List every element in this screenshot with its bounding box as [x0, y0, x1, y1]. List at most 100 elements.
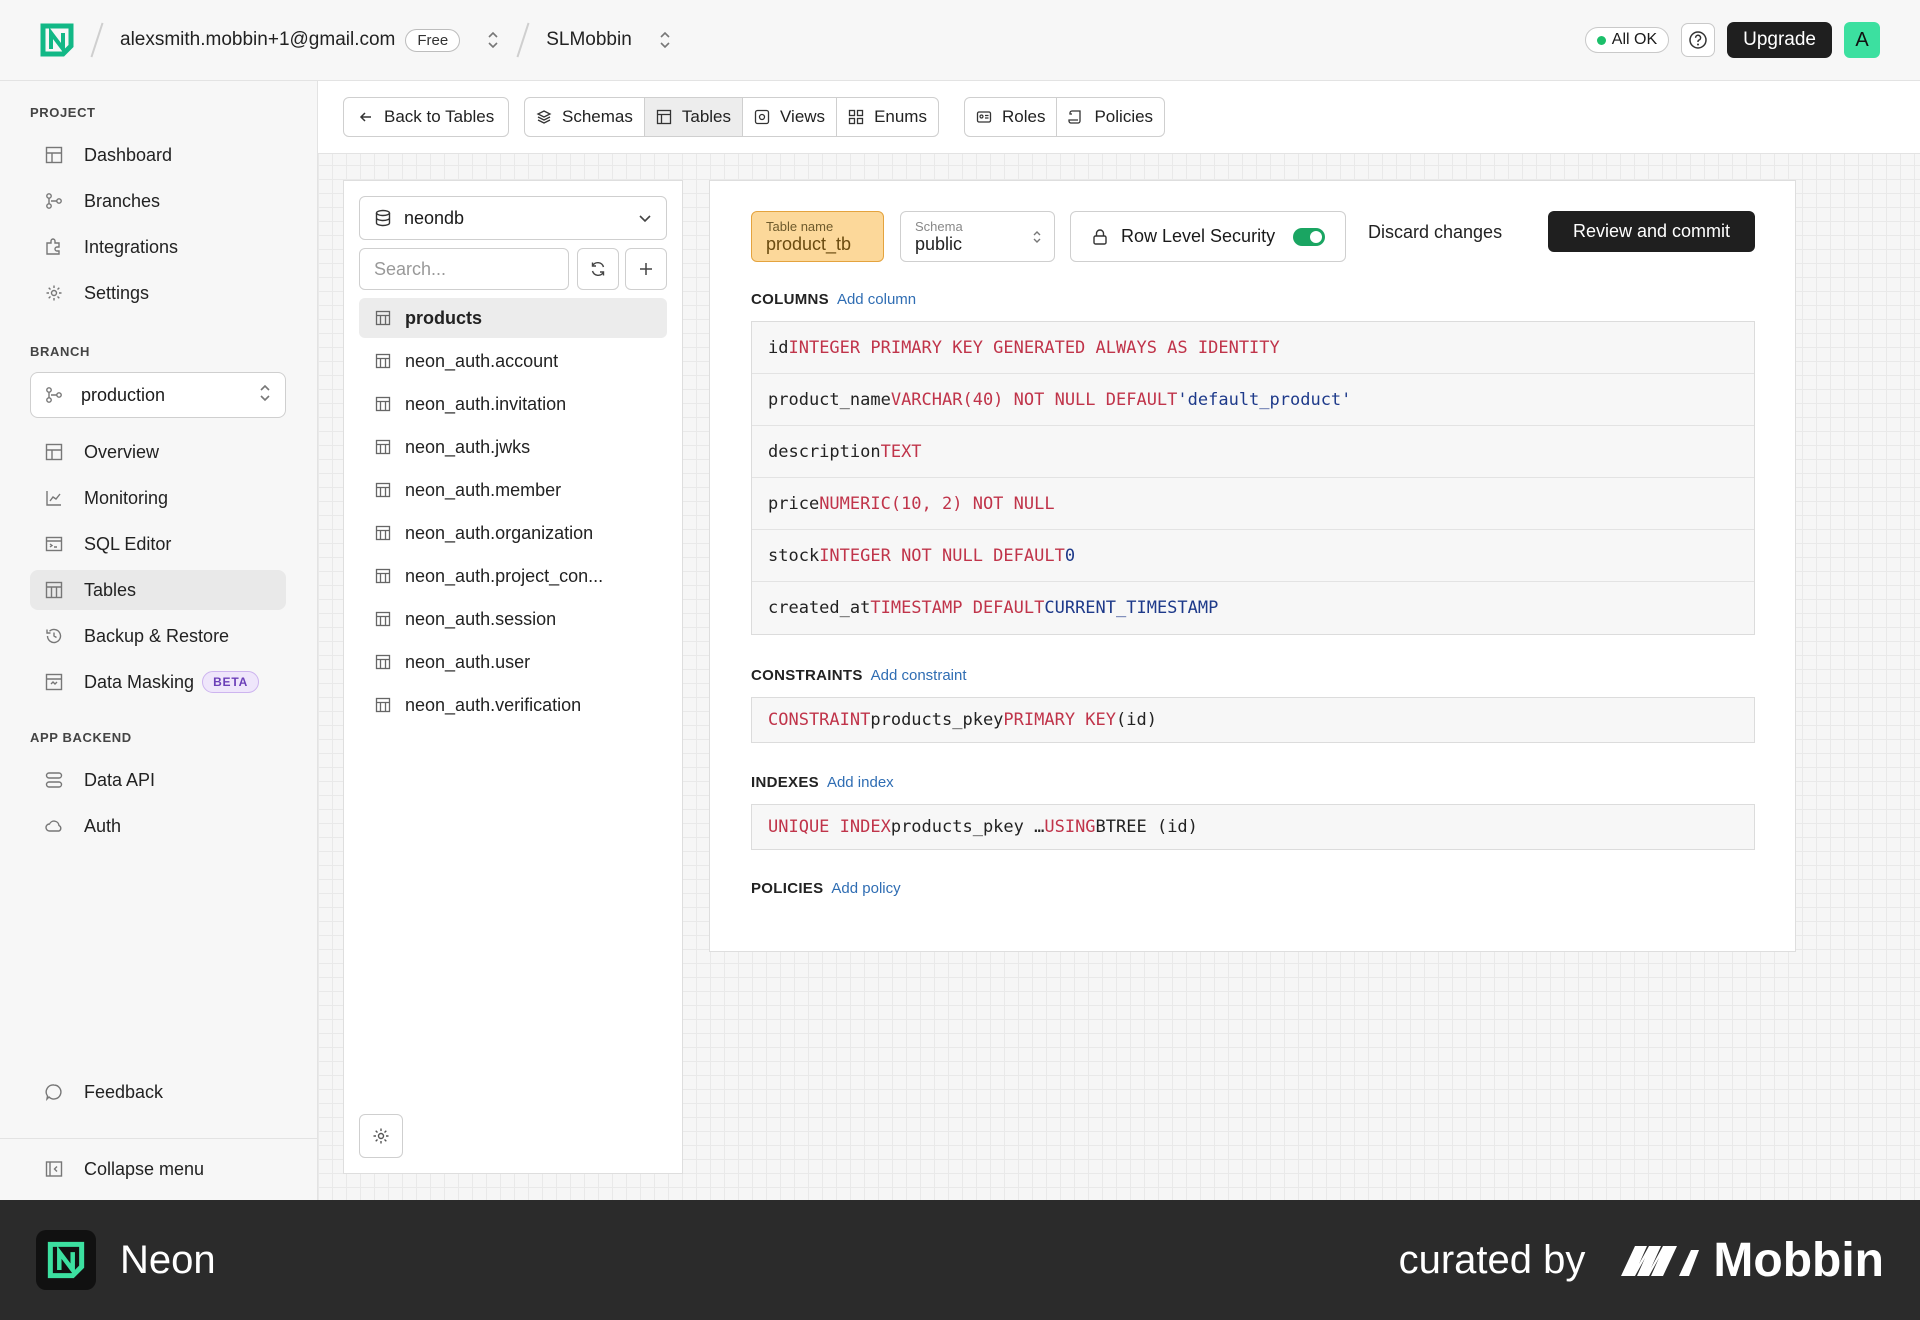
refresh-icon: [591, 262, 605, 276]
beta-badge: BETA: [202, 671, 260, 693]
constraints-section-header: CONSTRAINTS Add constraint: [751, 667, 967, 684]
account-switcher-icon[interactable]: [486, 28, 500, 52]
neon-logo-icon[interactable]: [40, 23, 74, 57]
constraint-columns: (id): [1116, 710, 1157, 730]
table-icon: [375, 310, 391, 326]
policies-heading: POLICIES: [751, 880, 824, 897]
view-switcher: Schemas Tables Views Enums: [524, 97, 939, 137]
help-icon[interactable]: [1681, 23, 1716, 57]
schema-select[interactable]: Schema public: [900, 211, 1055, 262]
add-index-link[interactable]: Add index: [827, 774, 894, 791]
table-name-value: product_tb: [766, 234, 852, 254]
column-name: created_at: [768, 598, 871, 618]
branch-select[interactable]: production: [30, 372, 286, 418]
sidebar-item-data-api[interactable]: Data API: [30, 760, 286, 800]
tab-label: Roles: [1002, 107, 1046, 126]
tab-schemas[interactable]: Schemas: [525, 98, 645, 136]
table-item[interactable]: neon_auth.jwks: [359, 427, 667, 467]
overview-icon: [44, 442, 64, 462]
table-icon: [375, 482, 391, 498]
tab-label: Policies: [1094, 107, 1154, 126]
index-name: products_pkey …: [890, 817, 1045, 837]
index-row[interactable]: UNIQUE INDEX products_pkey … USING BTREE…: [752, 805, 1754, 849]
discard-changes-button[interactable]: Discard changes: [1368, 222, 1502, 243]
column-row[interactable]: product_name VARCHAR(40) NOT NULL DEFAUL…: [752, 374, 1754, 426]
column-row[interactable]: description TEXT: [752, 426, 1754, 478]
sidebar-item-integrations[interactable]: Integrations: [30, 227, 286, 267]
chevron-down-icon: [639, 215, 651, 223]
add-constraint-link[interactable]: Add constraint: [871, 667, 967, 684]
database-select[interactable]: neondb: [359, 196, 667, 240]
account-email[interactable]: alexsmith.mobbin+1@gmail.com: [120, 29, 395, 51]
sidebar-item-label: Overview: [84, 441, 160, 462]
table-item[interactable]: neon_auth.project_con...: [359, 556, 667, 596]
avatar[interactable]: A: [1844, 22, 1880, 58]
column-row[interactable]: id INTEGER PRIMARY KEY GENERATED ALWAYS …: [752, 322, 1754, 374]
sidebar-item-branches[interactable]: Branches: [30, 181, 286, 221]
rls-switch[interactable]: [1293, 227, 1325, 246]
sidebar-item-data-masking[interactable]: Data Masking BETA: [30, 662, 286, 702]
api-icon: [44, 770, 64, 790]
tab-roles[interactable]: Roles: [965, 98, 1058, 136]
sidebar-item-dashboard[interactable]: Dashboard: [30, 135, 286, 175]
sidebar-item-monitoring[interactable]: Monitoring: [30, 478, 286, 518]
project-switcher-icon[interactable]: [658, 28, 672, 52]
table-icon: [656, 109, 672, 125]
tab-enums[interactable]: Enums: [837, 98, 938, 136]
table-item[interactable]: neon_auth.member: [359, 470, 667, 510]
column-row[interactable]: stock INTEGER NOT NULL DEFAULT 0: [752, 530, 1754, 582]
constraint-keyword: CONSTRAINT: [768, 710, 871, 730]
add-policy-link[interactable]: Add policy: [831, 880, 900, 897]
table-item[interactable]: neon_auth.user: [359, 642, 667, 682]
sidebar-item-overview[interactable]: Overview: [30, 432, 286, 472]
review-and-commit-button[interactable]: Review and commit: [1548, 211, 1755, 252]
table-item-label: neon_auth.member: [405, 479, 562, 500]
project-name[interactable]: SLMobbin: [546, 29, 632, 51]
back-label: Back to Tables: [384, 107, 495, 126]
table-item[interactable]: neon_auth.verification: [359, 685, 667, 725]
table-item-label: neon_auth.user: [405, 651, 531, 672]
add-column-link[interactable]: Add column: [837, 291, 916, 308]
tab-policies[interactable]: Policies: [1057, 98, 1164, 136]
column-row[interactable]: created_at TIMESTAMP DEFAULT CURRENT_TIM…: [752, 582, 1754, 634]
tab-views[interactable]: Views: [743, 98, 838, 136]
upgrade-button[interactable]: Upgrade: [1727, 22, 1832, 58]
sidebar-item-tables[interactable]: Tables: [30, 570, 286, 610]
table-name-field[interactable]: Table name product_tb: [751, 211, 884, 262]
sidebar-item-auth[interactable]: Auth: [30, 806, 286, 846]
sidebar-divider: [0, 1138, 318, 1139]
table-search-input[interactable]: Search...: [359, 248, 569, 290]
refresh-button[interactable]: [577, 248, 619, 290]
footer-app-name: Neon: [120, 1237, 216, 1282]
sidebar-section-app-backend: APP BACKEND: [30, 730, 132, 745]
table-item[interactable]: neon_auth.account: [359, 341, 667, 381]
lock-icon: [1093, 228, 1107, 245]
back-to-tables-button[interactable]: Back to Tables: [343, 97, 510, 137]
table-icon: [375, 353, 391, 369]
column-row[interactable]: price NUMERIC(10, 2) NOT NULL: [752, 478, 1754, 530]
table-item[interactable]: neon_auth.session: [359, 599, 667, 639]
sidebar-item-label: Backup & Restore: [84, 625, 230, 646]
sidebar-item-feedback[interactable]: Feedback: [30, 1072, 286, 1112]
table-item[interactable]: neon_auth.organization: [359, 513, 667, 553]
plus-icon: [640, 263, 652, 275]
collapse-menu-button[interactable]: Collapse menu: [30, 1149, 286, 1189]
row-level-security-toggle[interactable]: Row Level Security: [1070, 211, 1346, 262]
add-table-button[interactable]: [625, 248, 667, 290]
sidebar-item-settings[interactable]: Settings: [30, 273, 286, 313]
table-icon: [375, 525, 391, 541]
tab-tables[interactable]: Tables: [644, 98, 744, 136]
table-item-label: neon_auth.verification: [405, 694, 582, 715]
column-type: VARCHAR(40) NOT NULL DEFAULT: [890, 389, 1178, 410]
constraint-row[interactable]: CONSTRAINT products_pkey PRIMARY KEY (id…: [752, 698, 1754, 742]
status-badge[interactable]: All OK: [1584, 27, 1670, 53]
table-item-products[interactable]: products: [359, 298, 667, 338]
sidebar-item-sql-editor[interactable]: SQL Editor: [30, 524, 286, 564]
database-icon: [375, 209, 391, 227]
sidebar-item-backup-restore[interactable]: Backup & Restore: [30, 616, 286, 656]
scroll-icon: [1068, 110, 1082, 124]
layers-icon: [536, 110, 552, 124]
table-list-settings-button[interactable]: [359, 1114, 403, 1158]
table-item[interactable]: neon_auth.invitation: [359, 384, 667, 424]
toolbar: Back to Tables Schemas Tables Views Enum…: [318, 81, 1920, 154]
